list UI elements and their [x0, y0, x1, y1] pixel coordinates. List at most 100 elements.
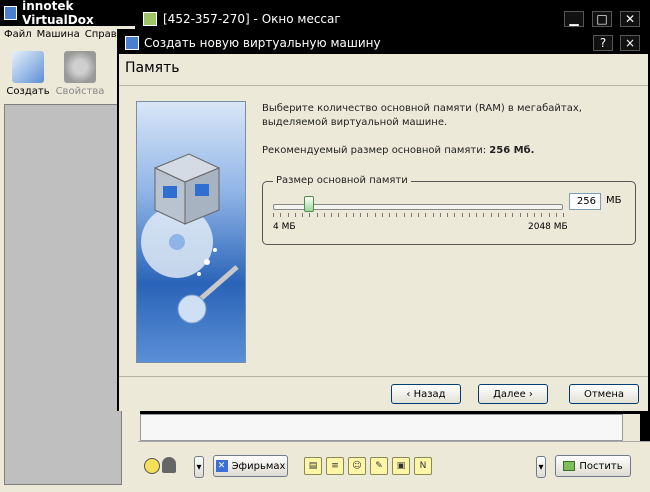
post-label: Постить	[579, 460, 623, 472]
help-icon[interactable]: ?	[593, 34, 613, 51]
user-icon	[162, 457, 176, 473]
slider-tick	[418, 213, 419, 217]
slider-tick	[273, 213, 274, 217]
slider-tick	[374, 213, 376, 217]
slider-tick	[505, 213, 506, 217]
slider-tick	[389, 213, 390, 217]
properties-label: Свойства	[55, 86, 105, 97]
slider-tick	[555, 213, 557, 217]
slider-tick	[367, 213, 369, 217]
next-button[interactable]: Далее ›	[478, 384, 548, 404]
post-button[interactable]: Постить	[555, 455, 631, 477]
dialog-title: Создать новую виртуальную машину	[144, 35, 381, 50]
slider-tick	[410, 213, 412, 217]
slider-tick	[548, 213, 550, 217]
create-button[interactable]: Создать	[2, 51, 54, 97]
slider-tick	[497, 213, 499, 217]
slider-tick	[316, 213, 318, 217]
menu-machine[interactable]: Машина	[37, 29, 80, 40]
slider-tick	[563, 213, 564, 217]
vbox-titlebar: innotek VirtualDox	[0, 0, 140, 27]
slider-tick	[352, 213, 354, 217]
create-vm-icon	[12, 51, 44, 83]
memory-size-input[interactable]: 256	[569, 193, 601, 210]
chat-scrollbar[interactable]	[622, 414, 640, 441]
chat-toolbar: ▾ ✕ Эфирьмах ▤ ≡ ☺ ✎ ▣ N ▾ Постить	[138, 441, 650, 492]
slider-tick	[519, 213, 521, 217]
vm-list[interactable]	[4, 104, 122, 485]
post-icon	[563, 461, 576, 471]
chat-message-input[interactable]	[140, 414, 640, 441]
vbox-title: innotek VirtualDox	[22, 0, 94, 27]
chat-titlebar: [452-357-270] - Окно мессаг ▁ □ ✕	[135, 5, 650, 32]
chat-title: [452-357-270] - Окно мессаг	[163, 11, 341, 26]
format-icon-1[interactable]: ▤	[304, 457, 322, 475]
cancel-button[interactable]: Отмена	[569, 384, 639, 404]
properties-button[interactable]: Свойства	[54, 51, 106, 97]
format-icon-5[interactable]: ▣	[392, 457, 410, 475]
dialog-header: Память	[119, 54, 648, 86]
close-smileys-icon: ✕	[215, 460, 228, 472]
page-title: Память	[125, 60, 180, 76]
slider-tick	[512, 213, 514, 217]
gear-icon	[64, 51, 96, 83]
slider-tick	[425, 213, 427, 217]
menu-help[interactable]: Справ	[85, 29, 117, 40]
vbox-app-icon	[4, 6, 18, 20]
memory-size-group: Размер основной памяти 256 МБ 4 МБ 2048 …	[262, 175, 636, 245]
status-smiley-icon[interactable]	[144, 458, 160, 474]
memory-slider-track[interactable]	[273, 204, 563, 210]
dialog-close-icon[interactable]: ×	[620, 34, 640, 51]
slider-tick	[454, 213, 456, 217]
minimize-icon[interactable]: ▁	[564, 10, 584, 27]
slider-tick	[323, 213, 325, 217]
smileys-button[interactable]: ✕ Эфирьмах	[213, 455, 288, 477]
slider-tick	[541, 213, 543, 217]
tools-icon[interactable]: ✎	[370, 457, 388, 475]
slider-tick	[468, 213, 470, 217]
slider-tick	[476, 213, 477, 217]
slider-tick	[338, 213, 340, 217]
slider-tick	[360, 213, 361, 217]
dialog-titlebar: Создать новую виртуальную машину ? ×	[119, 31, 648, 54]
create-label: Создать	[6, 86, 50, 97]
new-vm-dialog: Создать новую виртуальную машину ? × Пам…	[117, 29, 650, 411]
chat-app-icon	[143, 11, 157, 26]
slider-tick	[280, 213, 282, 217]
slider-tick	[461, 213, 463, 217]
dialog-footer: ‹ Назад Далее › Отмена	[119, 377, 648, 411]
recommended-value: 256 Мб.	[489, 145, 535, 156]
back-button[interactable]: ‹ Назад	[391, 384, 461, 404]
slider-tick	[287, 213, 289, 217]
post-options-button[interactable]: ▾	[536, 456, 546, 478]
slider-tick	[381, 213, 383, 217]
slider-tick	[526, 213, 528, 217]
slider-tick	[331, 213, 332, 217]
slider-tick	[490, 213, 492, 217]
maximize-icon[interactable]: □	[592, 10, 612, 27]
close-icon[interactable]: ✕	[620, 10, 640, 27]
slider-tick	[483, 213, 485, 217]
format-icon-3[interactable]: ☺	[348, 457, 366, 475]
format-icon-2[interactable]: ≡	[326, 457, 344, 475]
dropdown-button[interactable]: ▾	[194, 456, 204, 478]
slider-tick	[439, 213, 441, 217]
slider-tick	[403, 213, 405, 217]
smileys-label: Эфирьмах	[231, 460, 286, 472]
wizard-illustration	[136, 101, 246, 363]
memory-min-label: 4 МБ	[273, 222, 296, 232]
recommended-memory: Рекомендуемый размер основной памяти: 25…	[262, 145, 534, 156]
slider-tick	[534, 213, 535, 217]
slider-tick	[396, 213, 398, 217]
memory-group-label: Размер основной памяти	[273, 175, 411, 186]
dialog-app-icon	[125, 35, 139, 50]
slider-tick	[345, 213, 347, 217]
menu-file[interactable]: Файл	[4, 29, 32, 40]
recommended-prefix: Рекомендуемый размер основной памяти:	[262, 145, 490, 156]
slider-tick	[309, 213, 311, 217]
slider-tick	[432, 213, 434, 217]
memory-slider-thumb[interactable]	[303, 196, 314, 212]
slider-tick	[447, 213, 448, 217]
format-icon-6[interactable]: N	[414, 457, 432, 475]
memory-unit: МБ	[606, 195, 622, 206]
